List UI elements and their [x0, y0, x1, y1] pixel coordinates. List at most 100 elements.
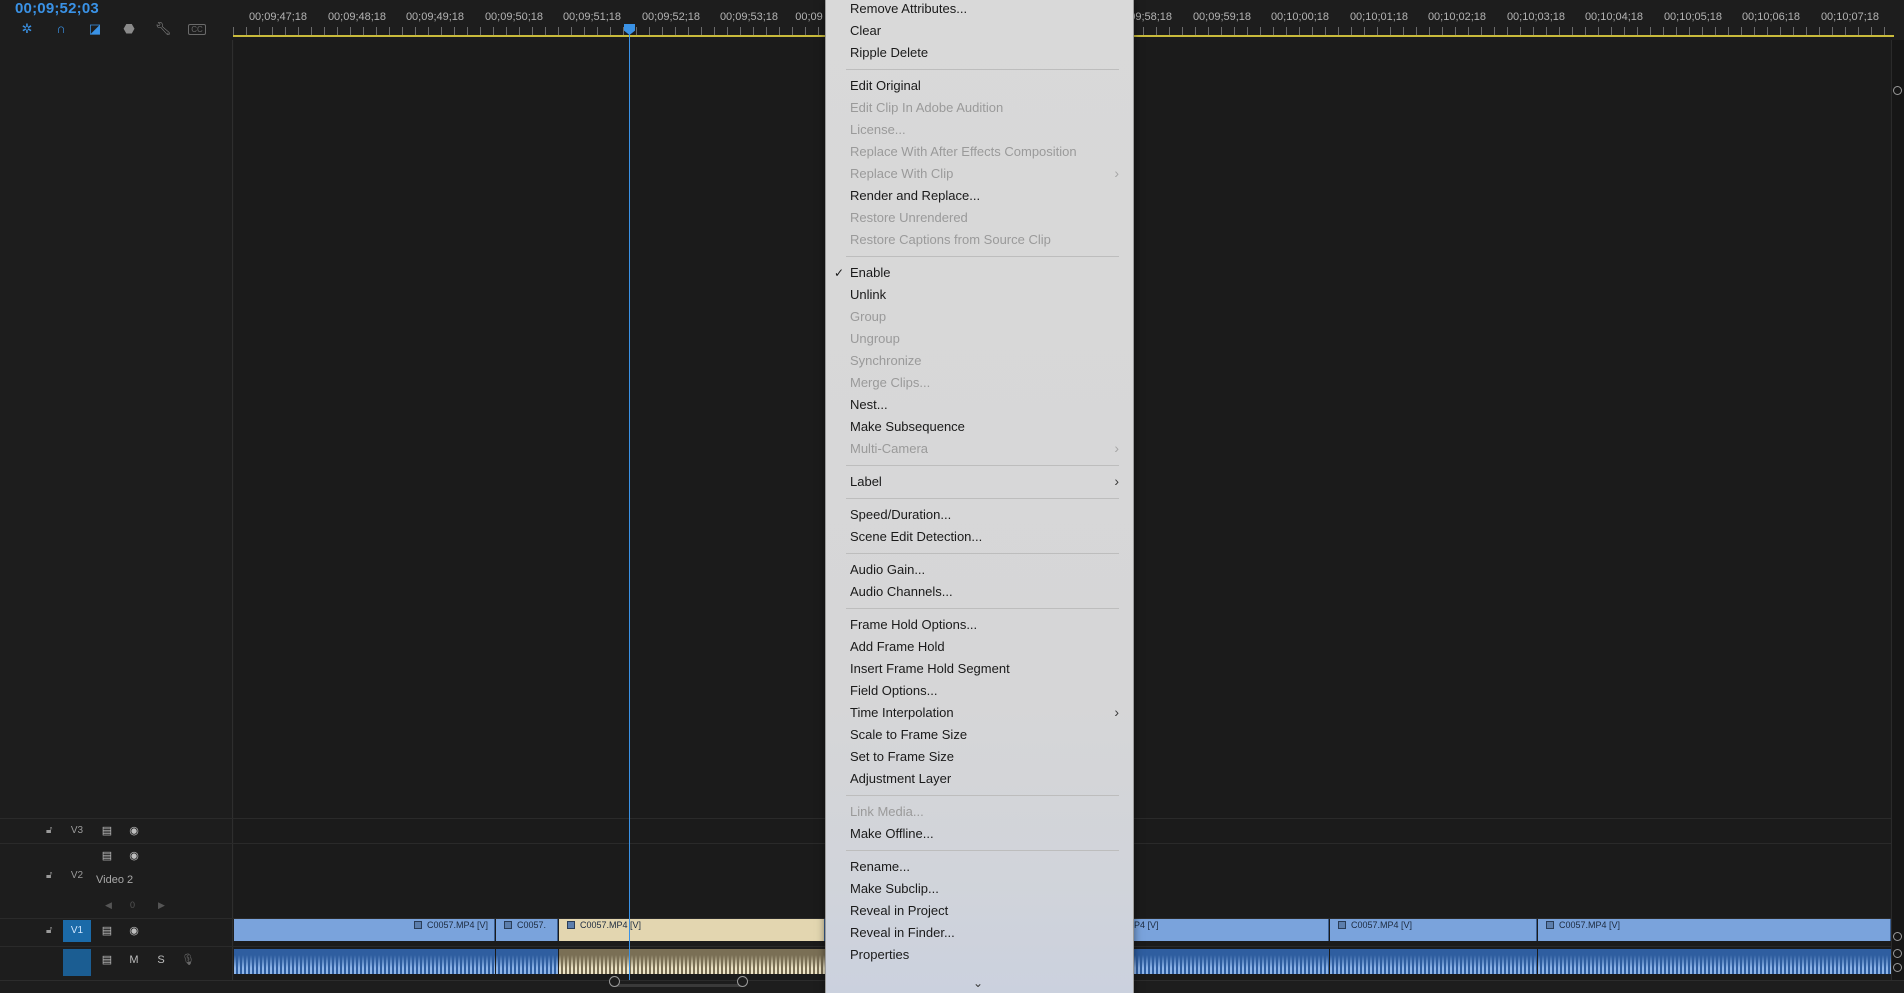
vertical-scrollbar[interactable] [1891, 40, 1904, 993]
menu-item-time-interpolation[interactable]: Time Interpolation [850, 705, 954, 721]
menu-item-audio-gain[interactable]: Audio Gain... [850, 562, 925, 578]
menu-item-frame-hold-options[interactable]: Frame Hold Options... [850, 617, 977, 633]
menu-item-insert-frame-hold-segment[interactable]: Insert Frame Hold Segment [850, 661, 1010, 677]
menu-item-scale-to-frame-size[interactable]: Scale to Frame Size [850, 727, 967, 743]
eye-icon[interactable]: ◉ [127, 850, 141, 862]
mute-button[interactable]: M [127, 954, 141, 966]
zoom-handle-left[interactable] [609, 976, 620, 987]
menu-item-speed-duration[interactable]: Speed/Duration... [850, 507, 951, 523]
sync-lock-icon[interactable]: ▤ [100, 825, 114, 837]
ruler-label: 00;09;48;18 [327, 11, 387, 23]
ruler-label: 00;10;06;18 [1741, 11, 1801, 23]
audio-clip[interactable] [1538, 949, 1891, 974]
clip-label: C0057. [517, 920, 547, 930]
menu-item-scene-edit-detection[interactable]: Scene Edit Detection... [850, 529, 982, 545]
menu-item-rename[interactable]: Rename... [850, 859, 910, 875]
snap-magnet-icon[interactable]: ∩ [52, 21, 70, 37]
track-target-v1[interactable]: V1 [63, 920, 91, 942]
clip-label: C0057.MP4 [V] [1351, 920, 1413, 930]
linked-selection-icon[interactable]: ◪ [86, 21, 104, 37]
menu-item-make-subclip[interactable]: Make Subclip... [850, 881, 939, 897]
audio-clip-selected[interactable] [559, 949, 825, 974]
audio-clip[interactable] [234, 949, 495, 974]
video-clip[interactable]: P4 [V] [1134, 919, 1329, 941]
scroll-handle[interactable] [1893, 949, 1902, 958]
eye-icon[interactable]: ◉ [127, 825, 141, 837]
menu-item-ripple-delete[interactable]: Ripple Delete [850, 45, 928, 61]
ruler-label: 00;09;52;18 [641, 11, 701, 23]
audio-waveform [1134, 954, 1329, 974]
sync-lock-icon[interactable]: ▤ [100, 954, 114, 966]
menu-item-make-offline[interactable]: Make Offline... [850, 826, 934, 842]
lock-icon[interactable]: 🔓︎ [46, 926, 56, 936]
ruler-label: 00;09;50;18 [484, 11, 544, 23]
ruler-label: 00;10;03;18 [1506, 11, 1566, 23]
track-name-video-2[interactable]: Video 2 [96, 874, 133, 886]
ruler-label: 00;09;59;18 [1192, 11, 1252, 23]
menu-item-clear[interactable]: Clear [850, 23, 881, 39]
ruler-label: 00;09;53;18 [719, 11, 779, 23]
menu-item-label[interactable]: Label [850, 474, 882, 490]
video-clip[interactable]: C0057.MP4 [V] [234, 919, 495, 941]
playhead-timecode[interactable]: 00;09;52;03 [15, 0, 99, 17]
clip-label: C0057.MP4 [V] [1559, 920, 1621, 930]
menu-separator [846, 795, 1119, 796]
lock-icon[interactable]: 🔓︎ [46, 871, 56, 881]
audio-clip[interactable] [496, 949, 558, 974]
menu-item-synchronize: Synchronize [850, 353, 922, 368]
zoom-handle-right[interactable] [737, 976, 748, 987]
menu-item-nest[interactable]: Nest... [850, 397, 888, 413]
menu-item-restore-captions: Restore Captions from Source Clip [850, 232, 1051, 247]
menu-item-reveal-in-finder[interactable]: Reveal in Finder... [850, 925, 955, 941]
menu-item-add-frame-hold[interactable]: Add Frame Hold [850, 639, 945, 655]
track-source-a1[interactable] [63, 949, 91, 976]
menu-item-field-options[interactable]: Field Options... [850, 683, 937, 699]
microphone-icon[interactable]: 🎙︎ [181, 954, 195, 966]
ruler-label: 00;10;04;18 [1584, 11, 1644, 23]
video-clip[interactable]: C0057.MP4 [V] [1538, 919, 1891, 941]
add-marker-icon[interactable]: ⬣ [120, 21, 138, 37]
chevron-down-icon[interactable]: ⌄ [973, 976, 983, 990]
audio-clip[interactable] [1330, 949, 1537, 974]
ruler-label: 00;10;00;18 [1270, 11, 1330, 23]
ripple-tool-icon[interactable]: ✲ [18, 21, 36, 37]
menu-item-set-to-frame-size[interactable]: Set to Frame Size [850, 749, 954, 765]
menu-separator [846, 256, 1119, 257]
menu-item-reveal-in-project[interactable]: Reveal in Project [850, 903, 948, 919]
video-clip[interactable]: C0057. [496, 919, 558, 941]
menu-item-enable[interactable]: Enable [850, 265, 890, 281]
menu-item-make-subsequence[interactable]: Make Subsequence [850, 419, 965, 435]
ruler-label: 00;09;47;18 [248, 11, 308, 23]
lock-icon[interactable]: 🔓︎ [46, 826, 56, 836]
next-keyframe-icon[interactable]: ▶ [158, 900, 165, 911]
captions-icon[interactable]: CC [188, 21, 206, 37]
playhead-line[interactable] [629, 26, 630, 993]
track-headers-panel [0, 40, 233, 993]
menu-item-adjustment-layer[interactable]: Adjustment Layer [850, 771, 951, 787]
track-target-v2[interactable]: V2 [63, 865, 91, 887]
video-clip[interactable]: C0057.MP4 [V] [1330, 919, 1537, 941]
sync-lock-icon[interactable]: ▤ [100, 925, 114, 937]
menu-item-edit-original[interactable]: Edit Original [850, 78, 921, 94]
captions-label: CC [188, 23, 206, 35]
scroll-handle[interactable] [1893, 86, 1902, 95]
solo-button[interactable]: S [154, 954, 168, 966]
menu-item-replace-with-ae: Replace With After Effects Composition [850, 144, 1077, 159]
clip-context-menu: Remove Attributes... Clear Ripple Delete… [825, 0, 1134, 993]
prev-keyframe-icon[interactable]: ◀ [105, 900, 112, 911]
horizontal-scroll-thumb[interactable] [615, 984, 742, 987]
menu-item-audio-channels[interactable]: Audio Channels... [850, 584, 953, 600]
menu-item-render-and-replace[interactable]: Render and Replace... [850, 188, 980, 204]
wrench-settings-icon[interactable]: 🔧︎ [154, 21, 172, 37]
menu-item-properties[interactable]: Properties [850, 947, 909, 963]
sync-lock-icon[interactable]: ▤ [100, 850, 114, 862]
scroll-handle[interactable] [1893, 963, 1902, 972]
scroll-handle[interactable] [1893, 932, 1902, 941]
menu-item-remove-attributes[interactable]: Remove Attributes... [850, 1, 967, 17]
menu-item-unlink[interactable]: Unlink [850, 287, 886, 303]
video-clip-selected[interactable]: C0057.MP4 [V] [559, 919, 825, 941]
eye-icon[interactable]: ◉ [127, 925, 141, 937]
audio-clip[interactable] [1134, 949, 1329, 974]
menu-item-license: License... [850, 122, 906, 137]
track-target-v3[interactable]: V3 [63, 820, 91, 842]
